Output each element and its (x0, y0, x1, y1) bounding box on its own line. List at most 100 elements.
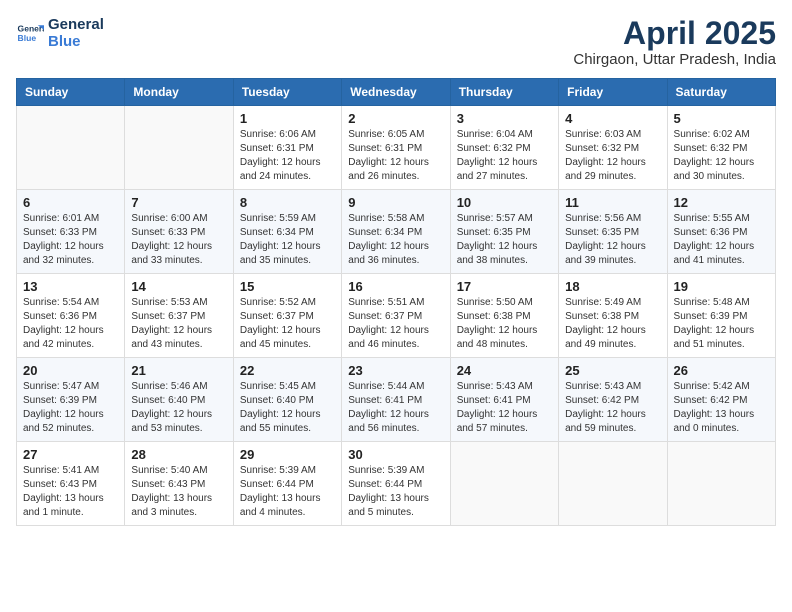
day-number: 1 (240, 111, 335, 126)
cell-info: Sunrise: 5:42 AM Sunset: 6:42 PM Dayligh… (674, 380, 769, 436)
day-number: 25 (565, 363, 660, 378)
cell-info: Sunrise: 5:45 AM Sunset: 6:40 PM Dayligh… (240, 380, 335, 436)
cell-info: Sunrise: 5:59 AM Sunset: 6:34 PM Dayligh… (240, 212, 335, 268)
weekday-header-thursday: Thursday (450, 79, 558, 106)
day-number: 5 (674, 111, 769, 126)
calendar-cell: 13 Sunrise: 5:54 AM Sunset: 6:36 PM Dayli… (17, 274, 125, 358)
calendar-cell: 28Sunrise: 5:40 AM Sunset: 6:43 PM Dayli… (125, 442, 233, 526)
weekday-header-friday: Friday (559, 79, 667, 106)
cell-info: Sunrise: 5:57 AM Sunset: 6:35 PM Dayligh… (457, 212, 552, 268)
calendar-cell: 22 Sunrise: 5:45 AM Sunset: 6:40 PM Dayli… (233, 358, 341, 442)
week-row-1: 1 Sunrise: 6:06 AM Sunset: 6:31 PM Daylig… (17, 106, 776, 190)
week-row-5: 27 Sunrise: 5:41 AM Sunset: 6:43 PM Dayli… (17, 442, 776, 526)
calendar-cell: 29 Sunrise: 5:39 AM Sunset: 6:44 PM Dayli… (233, 442, 341, 526)
cell-info: Sunrise: 5:39 AM Sunset: 6:44 PM Dayligh… (240, 464, 335, 520)
week-row-4: 20 Sunrise: 5:47 AM Sunset: 6:39 PM Dayli… (17, 358, 776, 442)
weekday-header-monday: Monday (125, 79, 233, 106)
weekday-header-wednesday: Wednesday (342, 79, 450, 106)
day-number: 3 (457, 111, 552, 126)
title-area: April 2025 Chirgaon, Uttar Pradesh, Indi… (573, 16, 776, 68)
location-title: Chirgaon, Uttar Pradesh, India (573, 51, 776, 68)
cell-info: Sunrise: 5:54 AM Sunset: 6:36 PM Dayligh… (23, 296, 118, 352)
logo: General Blue General Blue (16, 16, 104, 50)
calendar-cell: 3 Sunrise: 6:04 AM Sunset: 6:32 PM Daylig… (450, 106, 558, 190)
calendar-cell: 30 Sunrise: 5:39 AM Sunset: 6:44 PM Dayli… (342, 442, 450, 526)
calendar-cell: 8 Sunrise: 5:59 AM Sunset: 6:34 PM Daylig… (233, 190, 341, 274)
day-number: 4 (565, 111, 660, 126)
calendar-cell: 17 Sunrise: 5:50 AM Sunset: 6:38 PM Dayli… (450, 274, 558, 358)
calendar-cell: 9Sunrise: 5:58 AM Sunset: 6:34 PM Daylig… (342, 190, 450, 274)
calendar-cell: 1 Sunrise: 6:06 AM Sunset: 6:31 PM Daylig… (233, 106, 341, 190)
calendar-cell: 21 Sunrise: 5:46 AM Sunset: 6:40 PM Dayli… (125, 358, 233, 442)
day-number: 27 (23, 447, 118, 462)
calendar-cell (450, 442, 558, 526)
cell-info: Sunrise: 5:48 AM Sunset: 6:39 PM Dayligh… (674, 296, 769, 352)
cell-info: Sunrise: 5:58 AM Sunset: 6:34 PM Dayligh… (348, 212, 443, 268)
cell-info: Sunrise: 5:53 AM Sunset: 6:37 PM Dayligh… (131, 296, 226, 352)
calendar-cell: 11 Sunrise: 5:56 AM Sunset: 6:35 PM Dayli… (559, 190, 667, 274)
logo-general: General (48, 16, 104, 33)
calendar-cell: 12 Sunrise: 5:55 AM Sunset: 6:36 PM Dayli… (667, 190, 775, 274)
day-number: 22 (240, 363, 335, 378)
calendar-cell (125, 106, 233, 190)
cell-info: Sunrise: 5:39 AM Sunset: 6:44 PM Dayligh… (348, 464, 443, 520)
calendar-cell: 5 Sunrise: 6:02 AM Sunset: 6:32 PM Daylig… (667, 106, 775, 190)
day-number: 18 (565, 279, 660, 294)
calendar-cell: 20 Sunrise: 5:47 AM Sunset: 6:39 PM Dayli… (17, 358, 125, 442)
calendar-cell (17, 106, 125, 190)
cell-info: Sunrise: 5:56 AM Sunset: 6:35 PM Dayligh… (565, 212, 660, 268)
weekday-header-sunday: Sunday (17, 79, 125, 106)
day-number: 15 (240, 279, 335, 294)
calendar-cell (667, 442, 775, 526)
cell-info: Sunrise: 6:06 AM Sunset: 6:31 PM Dayligh… (240, 128, 335, 184)
svg-text:Blue: Blue (18, 33, 37, 43)
calendar-cell: 4 Sunrise: 6:03 AM Sunset: 6:32 PM Daylig… (559, 106, 667, 190)
calendar-cell: 16Sunrise: 5:51 AM Sunset: 6:37 PM Dayli… (342, 274, 450, 358)
day-number: 7 (131, 195, 226, 210)
week-row-2: 6Sunrise: 6:01 AM Sunset: 6:33 PM Daylig… (17, 190, 776, 274)
week-row-3: 13 Sunrise: 5:54 AM Sunset: 6:36 PM Dayli… (17, 274, 776, 358)
day-number: 12 (674, 195, 769, 210)
cell-info: Sunrise: 6:05 AM Sunset: 6:31 PM Dayligh… (348, 128, 443, 184)
day-number: 20 (23, 363, 118, 378)
cell-info: Sunrise: 6:00 AM Sunset: 6:33 PM Dayligh… (131, 212, 226, 268)
calendar-cell: 23 Sunrise: 5:44 AM Sunset: 6:41 PM Dayli… (342, 358, 450, 442)
logo-blue: Blue (48, 33, 104, 50)
calendar-cell: 10 Sunrise: 5:57 AM Sunset: 6:35 PM Dayli… (450, 190, 558, 274)
day-number: 8 (240, 195, 335, 210)
day-number: 11 (565, 195, 660, 210)
calendar-cell: 26Sunrise: 5:42 AM Sunset: 6:42 PM Dayli… (667, 358, 775, 442)
weekday-header-tuesday: Tuesday (233, 79, 341, 106)
day-number: 17 (457, 279, 552, 294)
logo-icon: General Blue (16, 19, 44, 47)
cell-info: Sunrise: 5:55 AM Sunset: 6:36 PM Dayligh… (674, 212, 769, 268)
calendar-cell: 24Sunrise: 5:43 AM Sunset: 6:41 PM Dayli… (450, 358, 558, 442)
day-number: 6 (23, 195, 118, 210)
cell-info: Sunrise: 5:46 AM Sunset: 6:40 PM Dayligh… (131, 380, 226, 436)
calendar-cell: 19 Sunrise: 5:48 AM Sunset: 6:39 PM Dayli… (667, 274, 775, 358)
day-number: 16 (348, 279, 443, 294)
day-number: 13 (23, 279, 118, 294)
svg-text:General: General (18, 23, 44, 33)
day-number: 23 (348, 363, 443, 378)
cell-info: Sunrise: 5:50 AM Sunset: 6:38 PM Dayligh… (457, 296, 552, 352)
calendar-cell: 7 Sunrise: 6:00 AM Sunset: 6:33 PM Daylig… (125, 190, 233, 274)
day-number: 19 (674, 279, 769, 294)
day-number: 10 (457, 195, 552, 210)
day-number: 2 (348, 111, 443, 126)
cell-info: Sunrise: 6:03 AM Sunset: 6:32 PM Dayligh… (565, 128, 660, 184)
calendar-cell: 15Sunrise: 5:52 AM Sunset: 6:37 PM Dayli… (233, 274, 341, 358)
cell-info: Sunrise: 5:47 AM Sunset: 6:39 PM Dayligh… (23, 380, 118, 436)
cell-info: Sunrise: 5:44 AM Sunset: 6:41 PM Dayligh… (348, 380, 443, 436)
cell-info: Sunrise: 6:02 AM Sunset: 6:32 PM Dayligh… (674, 128, 769, 184)
cell-info: Sunrise: 5:41 AM Sunset: 6:43 PM Dayligh… (23, 464, 118, 520)
cell-info: Sunrise: 5:43 AM Sunset: 6:42 PM Dayligh… (565, 380, 660, 436)
cell-info: Sunrise: 5:49 AM Sunset: 6:38 PM Dayligh… (565, 296, 660, 352)
day-number: 14 (131, 279, 226, 294)
day-number: 29 (240, 447, 335, 462)
day-number: 30 (348, 447, 443, 462)
day-number: 21 (131, 363, 226, 378)
calendar-cell (559, 442, 667, 526)
month-title: April 2025 (573, 16, 776, 51)
cell-info: Sunrise: 6:04 AM Sunset: 6:32 PM Dayligh… (457, 128, 552, 184)
